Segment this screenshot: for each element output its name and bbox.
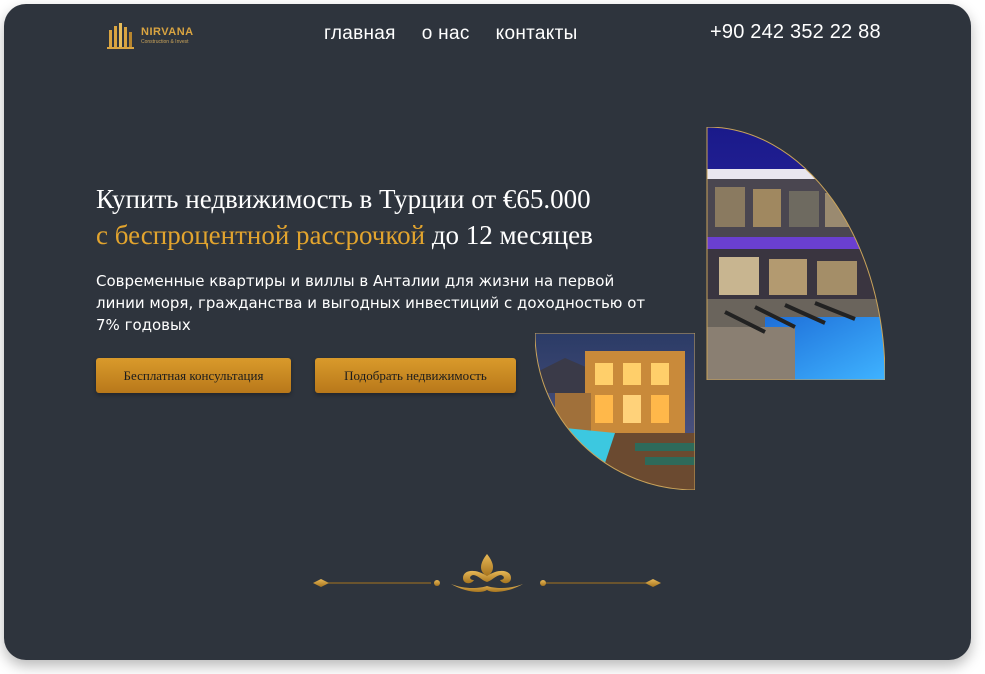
- building-logo-icon: [107, 23, 134, 49]
- headline-accent: с беспроцентной рассрочкой: [96, 220, 426, 250]
- logo-tagline: Construction & Invest: [141, 39, 189, 45]
- nav-link-home[interactable]: главная: [324, 23, 396, 45]
- hero-card: NIRVANA Construction & Invest главная о …: [4, 4, 971, 660]
- ornament-divider-icon: [313, 554, 661, 592]
- hero-subtext: Современные квартиры и виллы в Анталии д…: [96, 272, 646, 334]
- phone-number[interactable]: +90 242 352 22 88: [710, 21, 881, 44]
- hero-headline: Купить недвижимость в Турции от €65.000 …: [96, 181, 716, 253]
- select-property-button[interactable]: Подобрать недвижимость: [315, 358, 516, 393]
- villa-pool-night-photo: [706, 127, 885, 380]
- nav-link-about[interactable]: о нас: [422, 23, 470, 45]
- nav-link-contacts[interactable]: контакты: [496, 23, 578, 45]
- headline-rest: до 12 месяцев: [431, 220, 593, 250]
- headline-line1: Купить недвижимость в Турции от €65.000: [96, 184, 591, 214]
- free-consultation-button[interactable]: Бесплатная консультация: [96, 358, 291, 393]
- villa-pool-evening-photo: [535, 333, 695, 490]
- logo-name: NIRVANA: [141, 26, 194, 38]
- logo[interactable]: NIRVANA Construction & Invest: [107, 22, 194, 50]
- main-nav: главная о нас контакты: [324, 23, 578, 45]
